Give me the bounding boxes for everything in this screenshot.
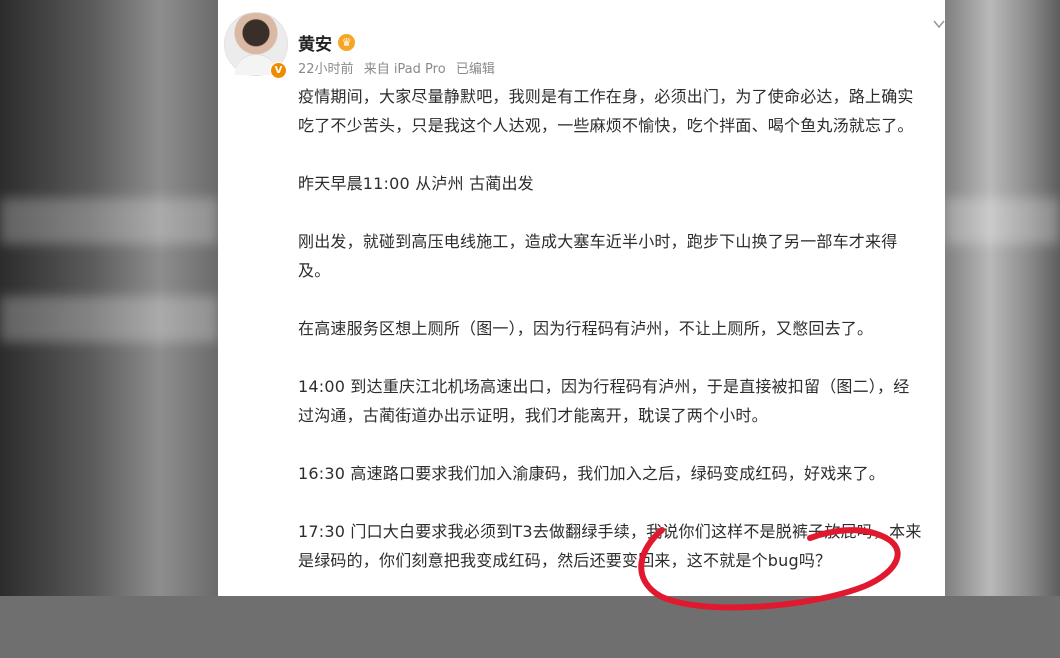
background-blur-band: [945, 198, 1060, 244]
post-line: 在高速服务区想上厕所（图一），因为行程码有泸州，不让上厕所，又憋回去了。: [298, 319, 874, 338]
post-source: 来自 iPad Pro: [363, 62, 446, 77]
post-body: 疫情期间，大家尽量静默吧，我则是有工作在身，必须出门，为了使命必达，路上确实 吃…: [298, 82, 945, 575]
red-annotation-circle: [638, 527, 901, 611]
post-line: 过沟通，古蔺街道办出示证明，我们才能离开，耽误了两个小时。: [298, 406, 768, 425]
crown-badge-icon: ♛: [338, 34, 355, 51]
post-line: 及。: [298, 261, 331, 280]
post-line: 疫情期间，大家尽量静默吧，我则是有工作在身，必须出门，为了使命必达，路上确实: [298, 87, 914, 106]
author-row: 黄安 ♛: [298, 30, 355, 55]
chevron-down-icon[interactable]: [933, 14, 945, 33]
post-line: 16:30 高速路口要求我们加入渝康码，我们加入之后，绿码变成红码，好戏来了。: [298, 464, 885, 483]
post-edited: 已编辑: [455, 62, 495, 77]
post-line: 14:00 到达重庆江北机场高速出口，因为行程码有泸州，于是直接被扣留（图二），…: [298, 377, 910, 396]
weibo-post-panel: V 黄安 ♛ 22小时前 来自 iPad Pro 已编辑 疫情期间，大家尽量静默…: [218, 0, 945, 596]
verified-v-icon: V: [270, 62, 287, 79]
background-blur-band: [0, 296, 218, 342]
post-line: 刚出发，就碰到高压电线施工，造成大塞车近半小时，跑步下山换了另一部车才来得: [298, 232, 898, 251]
author-name[interactable]: 黄安: [298, 30, 332, 55]
background-blur-band: [0, 198, 218, 244]
post-time[interactable]: 22小时前: [298, 62, 354, 77]
post-line: 吃了不少苦头，只是我这个人达观，一些麻烦不愉快，吃个拌面、喝个鱼丸汤就忘了。: [298, 116, 914, 135]
post-meta: 22小时前 来自 iPad Pro 已编辑: [298, 58, 501, 77]
post-line: 昨天早晨11:00 从泸州 古蔺出发: [298, 174, 534, 193]
